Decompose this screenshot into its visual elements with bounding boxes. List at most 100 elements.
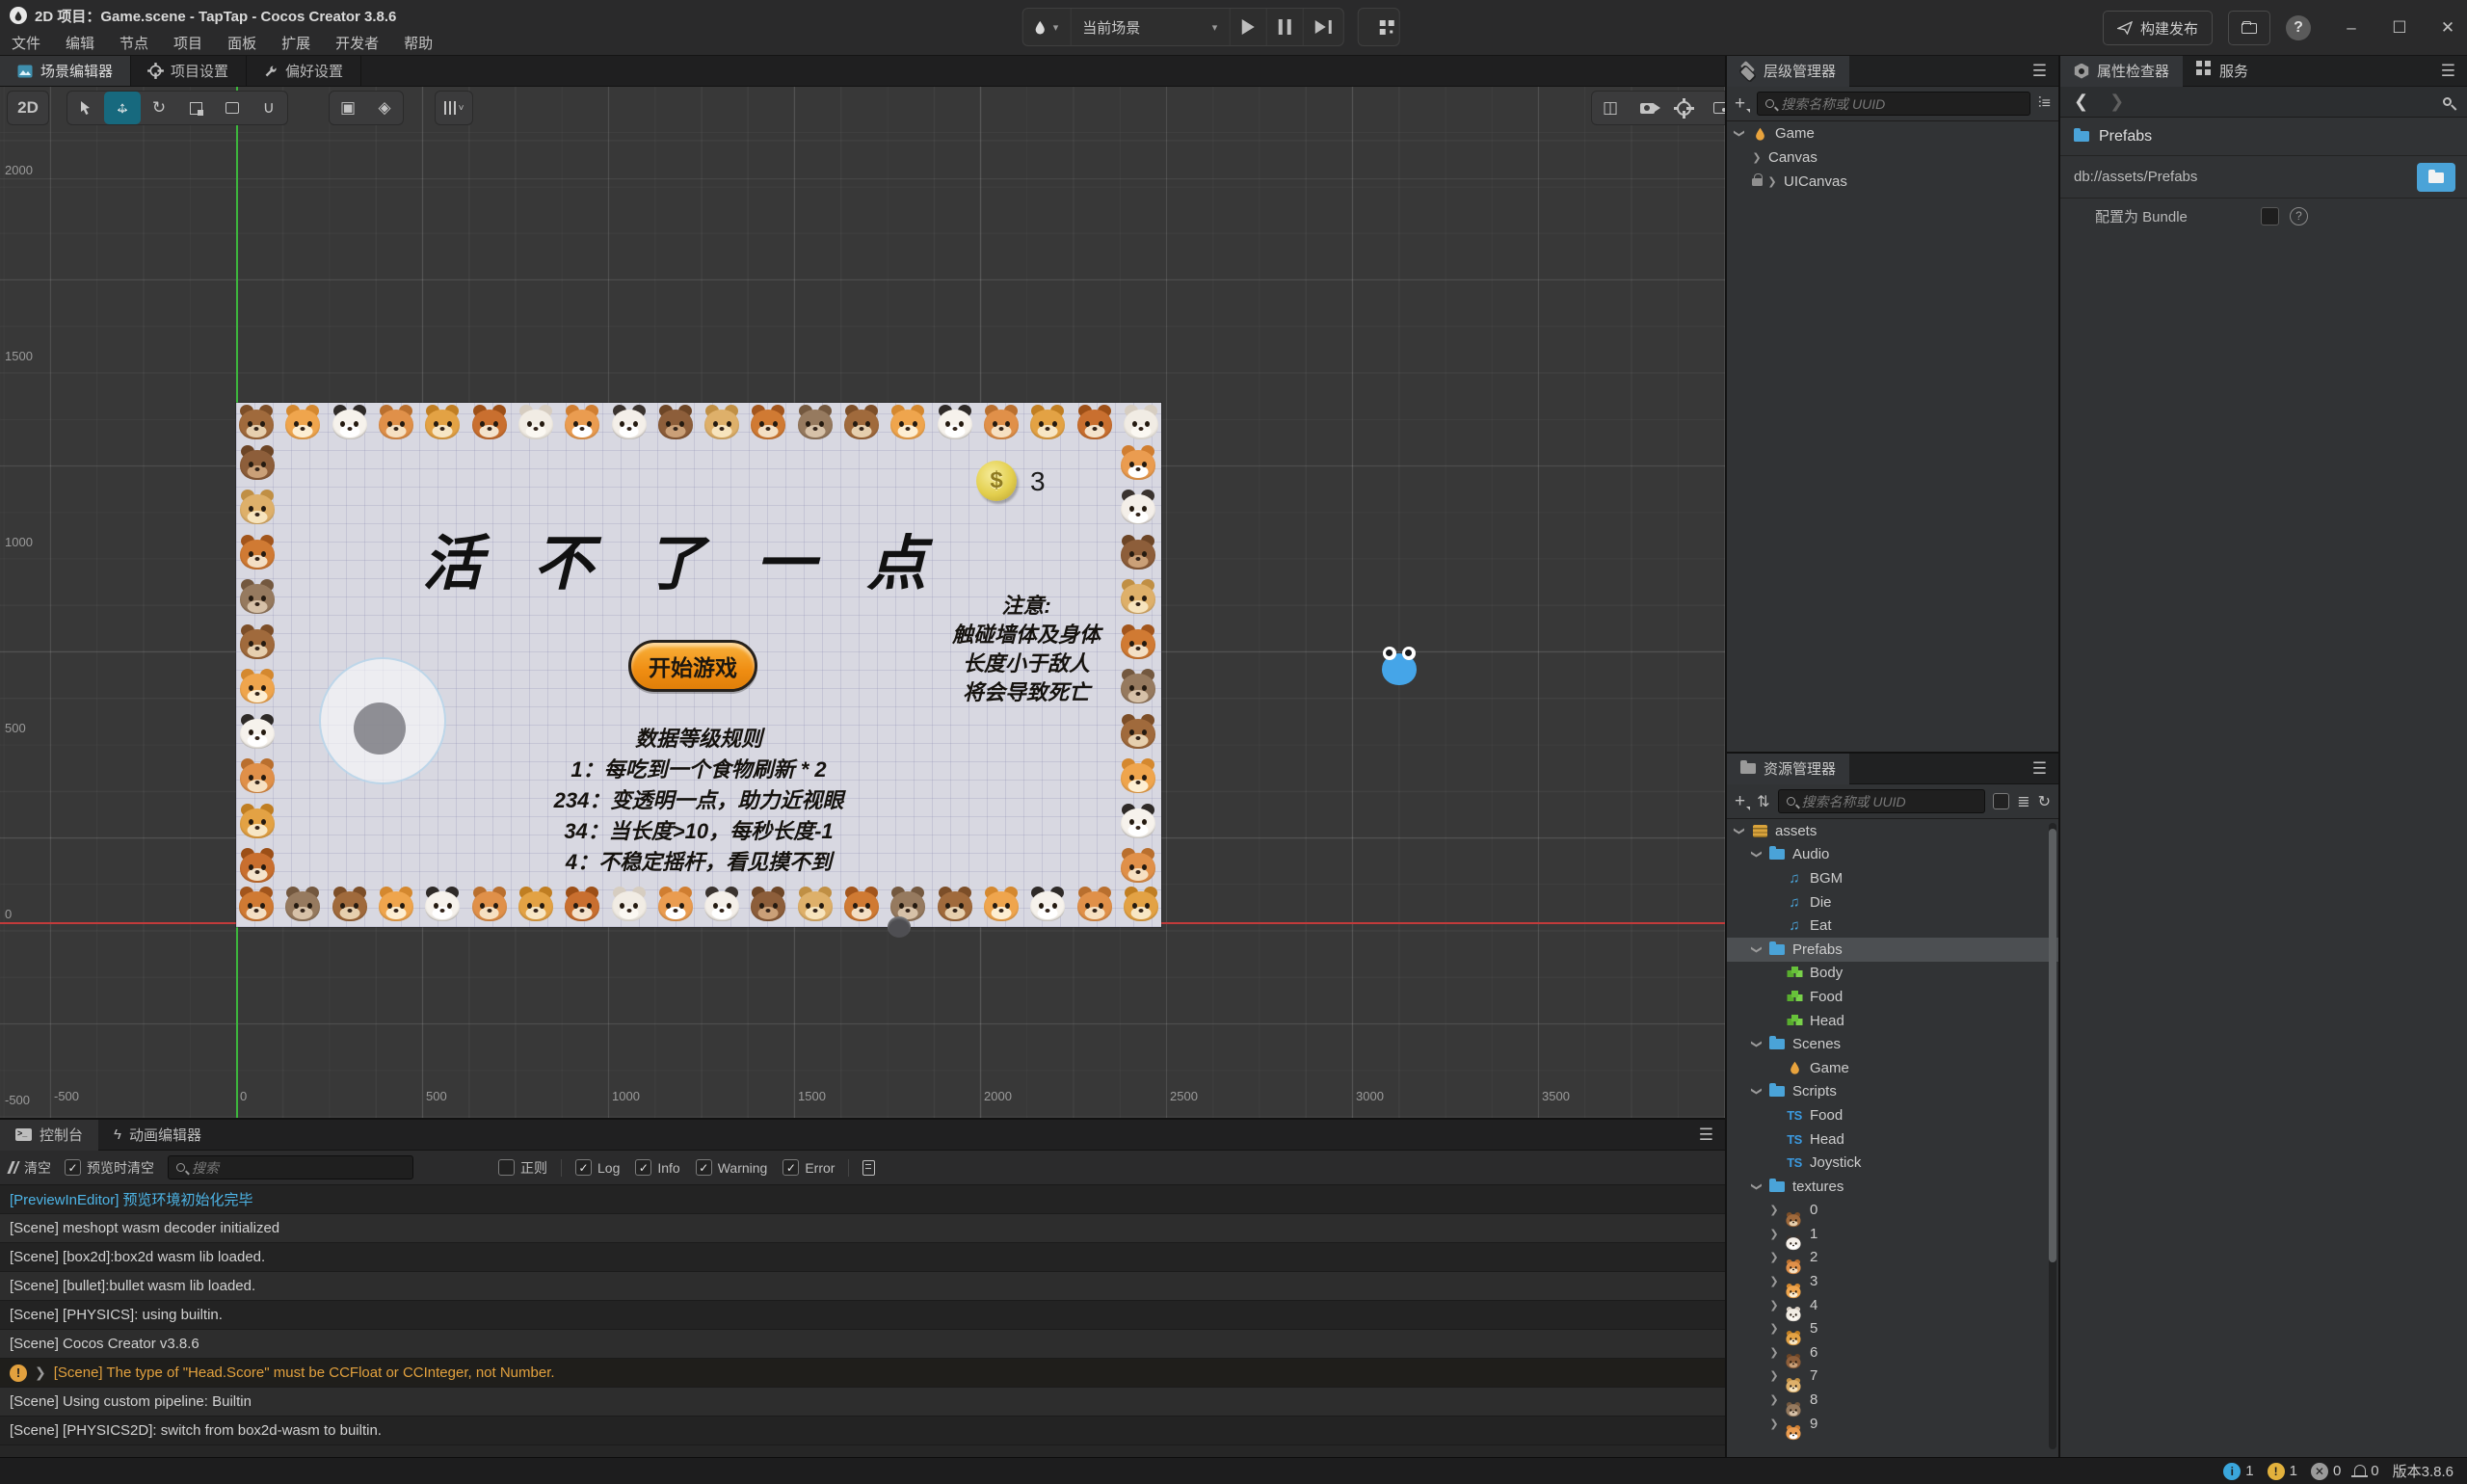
asset-row-3[interactable]: ❯3 [1727, 1269, 2058, 1293]
console-log-row[interactable]: [Scene] Using custom pipeline: Builtin [0, 1388, 1725, 1417]
scene-viewport[interactable]: 2000150010005000-500-5000500100015002000… [0, 87, 1725, 1118]
menu-item-文件[interactable]: 文件 [12, 33, 40, 53]
console-search[interactable] [168, 1155, 413, 1179]
sort-icon[interactable]: ⇅ [1757, 792, 1769, 811]
tree-expand-arrow-icon[interactable]: ❯ [1734, 826, 1746, 835]
console-log-row[interactable]: [Scene] [PHYSICS]: using builtin. [0, 1301, 1725, 1330]
asset-row-scenes[interactable]: ❯Scenes [1727, 1032, 2058, 1056]
tree-expand-arrow-icon[interactable]: ❯ [1769, 1275, 1779, 1287]
log-file-icon[interactable] [862, 1160, 875, 1176]
step-button[interactable] [1303, 9, 1342, 45]
assets-filter-checkbox[interactable] [1993, 793, 2009, 809]
asset-row-prefabs[interactable]: ❯Prefabs [1727, 938, 2058, 962]
clear-console-button[interactable]: 清空 [10, 1158, 51, 1178]
filter-checkbox-warning[interactable]: Warning [696, 1159, 768, 1176]
grid-visibility-button[interactable]: ◫ [1592, 92, 1629, 124]
help-button[interactable]: ? [2286, 15, 2311, 40]
menu-item-开发者[interactable]: 开发者 [335, 33, 379, 53]
hierarchy-node-uicanvas[interactable]: ❯UICanvas [1727, 170, 2058, 194]
clear-on-preview-checkbox[interactable]: 预览时清空 [65, 1158, 154, 1178]
expand-collapse-icon[interactable]: ⫶≡ [2038, 95, 2051, 113]
camera-preview-button[interactable] [1629, 92, 1665, 124]
joystick-knob[interactable] [354, 702, 406, 755]
scene-settings-button[interactable] [1665, 92, 1702, 124]
error-counter[interactable]: ✕ 0 [2311, 1463, 2341, 1480]
maximize-button[interactable]: ☐ [2390, 18, 2409, 38]
info-counter[interactable]: i 1 [2223, 1463, 2253, 1480]
expand-arrow-icon[interactable]: ❯ [35, 1365, 46, 1381]
pause-button[interactable] [1266, 9, 1303, 45]
asset-row-food[interactable]: TSFood [1727, 1103, 2058, 1127]
inspector-menu-icon[interactable]: ☰ [2441, 62, 2455, 81]
asset-row-1[interactable]: ❯1 [1727, 1222, 2058, 1246]
tree-expand-arrow-icon[interactable]: ❯ [1751, 1040, 1764, 1049]
tree-expand-arrow-icon[interactable]: ❯ [1767, 175, 1777, 188]
menu-item-面板[interactable]: 面板 [227, 33, 256, 53]
tree-expand-arrow-icon[interactable]: ❯ [1769, 1251, 1779, 1263]
tree-expand-arrow-icon[interactable]: ❯ [1752, 151, 1762, 164]
hierarchy-search-input[interactable] [1781, 96, 2022, 112]
asset-row-game[interactable]: Game [1727, 1056, 2058, 1080]
menu-item-节点[interactable]: 节点 [119, 33, 148, 53]
editor-tab-settings-2[interactable]: 偏好设置 [247, 56, 361, 86]
asset-row-die[interactable]: ♫Die [1727, 890, 2058, 914]
asset-row-0[interactable]: ❯0 [1727, 1199, 2058, 1223]
tree-expand-arrow-icon[interactable]: ❯ [1769, 1299, 1779, 1312]
console-log-row[interactable]: [Scene] meshopt wasm decoder initialized [0, 1214, 1725, 1243]
hierarchy-search[interactable] [1757, 92, 2030, 116]
preview-qr-button[interactable] [1357, 8, 1399, 46]
reveal-folder-button[interactable] [2417, 163, 2455, 192]
menu-item-编辑[interactable]: 编辑 [66, 33, 94, 53]
build-publish-button[interactable]: 构建发布 [2103, 11, 2213, 45]
console-search-input[interactable] [192, 1160, 405, 1176]
tree-expand-arrow-icon[interactable]: ❯ [1769, 1418, 1779, 1430]
create-node-button[interactable]: + [1735, 97, 1749, 111]
asset-row-7[interactable]: ❯7 [1727, 1365, 2058, 1389]
hierarchy-menu-icon[interactable]: ☰ [2032, 62, 2047, 81]
editor-tab-scene[interactable]: 场景编辑器 [0, 56, 131, 86]
tree-expand-arrow-icon[interactable]: ❯ [1751, 1087, 1764, 1097]
notification-counter[interactable]: 0 [2354, 1463, 2378, 1479]
warning-counter[interactable]: ! 1 [2268, 1463, 2297, 1480]
asset-row-9[interactable]: ❯9 [1727, 1412, 2058, 1436]
2d-3d-toggle-button[interactable]: 2D [8, 92, 48, 124]
play-button[interactable] [1230, 9, 1266, 45]
console-log-row[interactable]: [PreviewInEditor] 预览环境初始化完毕 [0, 1185, 1725, 1214]
assets-search-input[interactable] [1802, 794, 1977, 809]
assets-search[interactable] [1778, 789, 1986, 813]
hierarchy-node-canvas[interactable]: ❯Canvas [1727, 146, 2058, 170]
asset-row-body[interactable]: Body [1727, 962, 2058, 986]
preview-platform-button[interactable]: ▾ [1023, 9, 1072, 45]
asset-row-6[interactable]: ❯6 [1727, 1340, 2058, 1365]
console-log-row[interactable]: [Scene] [box2d]:box2d wasm lib loaded. [0, 1243, 1725, 1272]
ui-transform-tool-button[interactable]: ∪ [251, 92, 287, 124]
tab-console[interactable]: 控制台 [0, 1120, 98, 1151]
menu-item-帮助[interactable]: 帮助 [404, 33, 433, 53]
scene-select[interactable]: 当前场景 ▾ [1071, 9, 1230, 45]
tree-expand-arrow-icon[interactable]: ❯ [1751, 1181, 1764, 1191]
virtual-joystick[interactable] [319, 657, 446, 784]
tab-assets[interactable]: 资源管理器 [1727, 754, 1849, 784]
filter-list-icon[interactable]: ≣ [2017, 792, 2029, 811]
move-tool-button[interactable]: ↔↕ [104, 92, 141, 124]
tree-expand-arrow-icon[interactable]: ❯ [1769, 1322, 1779, 1335]
coordinate-toggle-button[interactable]: ◈ [366, 92, 403, 124]
console-menu-icon[interactable]: ☰ [1699, 1126, 1713, 1145]
tree-expand-arrow-icon[interactable]: ❯ [1769, 1204, 1779, 1216]
tab-services[interactable]: 服务 [2183, 56, 2262, 87]
editor-tab-settings-1[interactable]: 项目设置 [131, 56, 247, 86]
nav-forward-button[interactable]: ❯ [2109, 92, 2124, 112]
filter-checkbox-log[interactable]: Log [575, 1159, 620, 1176]
asset-row-5[interactable]: ❯5 [1727, 1316, 2058, 1340]
bundle-checkbox[interactable] [2261, 207, 2279, 225]
console-log-row[interactable]: [Scene] [PHYSICS2D]: switch from box2d-w… [0, 1417, 1725, 1445]
console-log-row[interactable]: [Scene] [bullet]:bullet wasm lib loaded. [0, 1272, 1725, 1301]
refresh-icon[interactable]: ↻ [2038, 792, 2051, 811]
asset-row-eat[interactable]: ♫Eat [1727, 914, 2058, 938]
filter-checkbox-info[interactable]: Info [635, 1159, 679, 1176]
select-tool-button[interactable] [67, 92, 104, 124]
fullscreen-preview-button[interactable] [1702, 92, 1725, 124]
tree-expand-arrow-icon[interactable]: ❯ [1769, 1369, 1779, 1382]
console-log-row[interactable]: [Scene] Cocos Creator v3.8.6 [0, 1330, 1725, 1359]
console-log-row[interactable]: !❯[Scene] The type of "Head.Score" must … [0, 1359, 1725, 1388]
